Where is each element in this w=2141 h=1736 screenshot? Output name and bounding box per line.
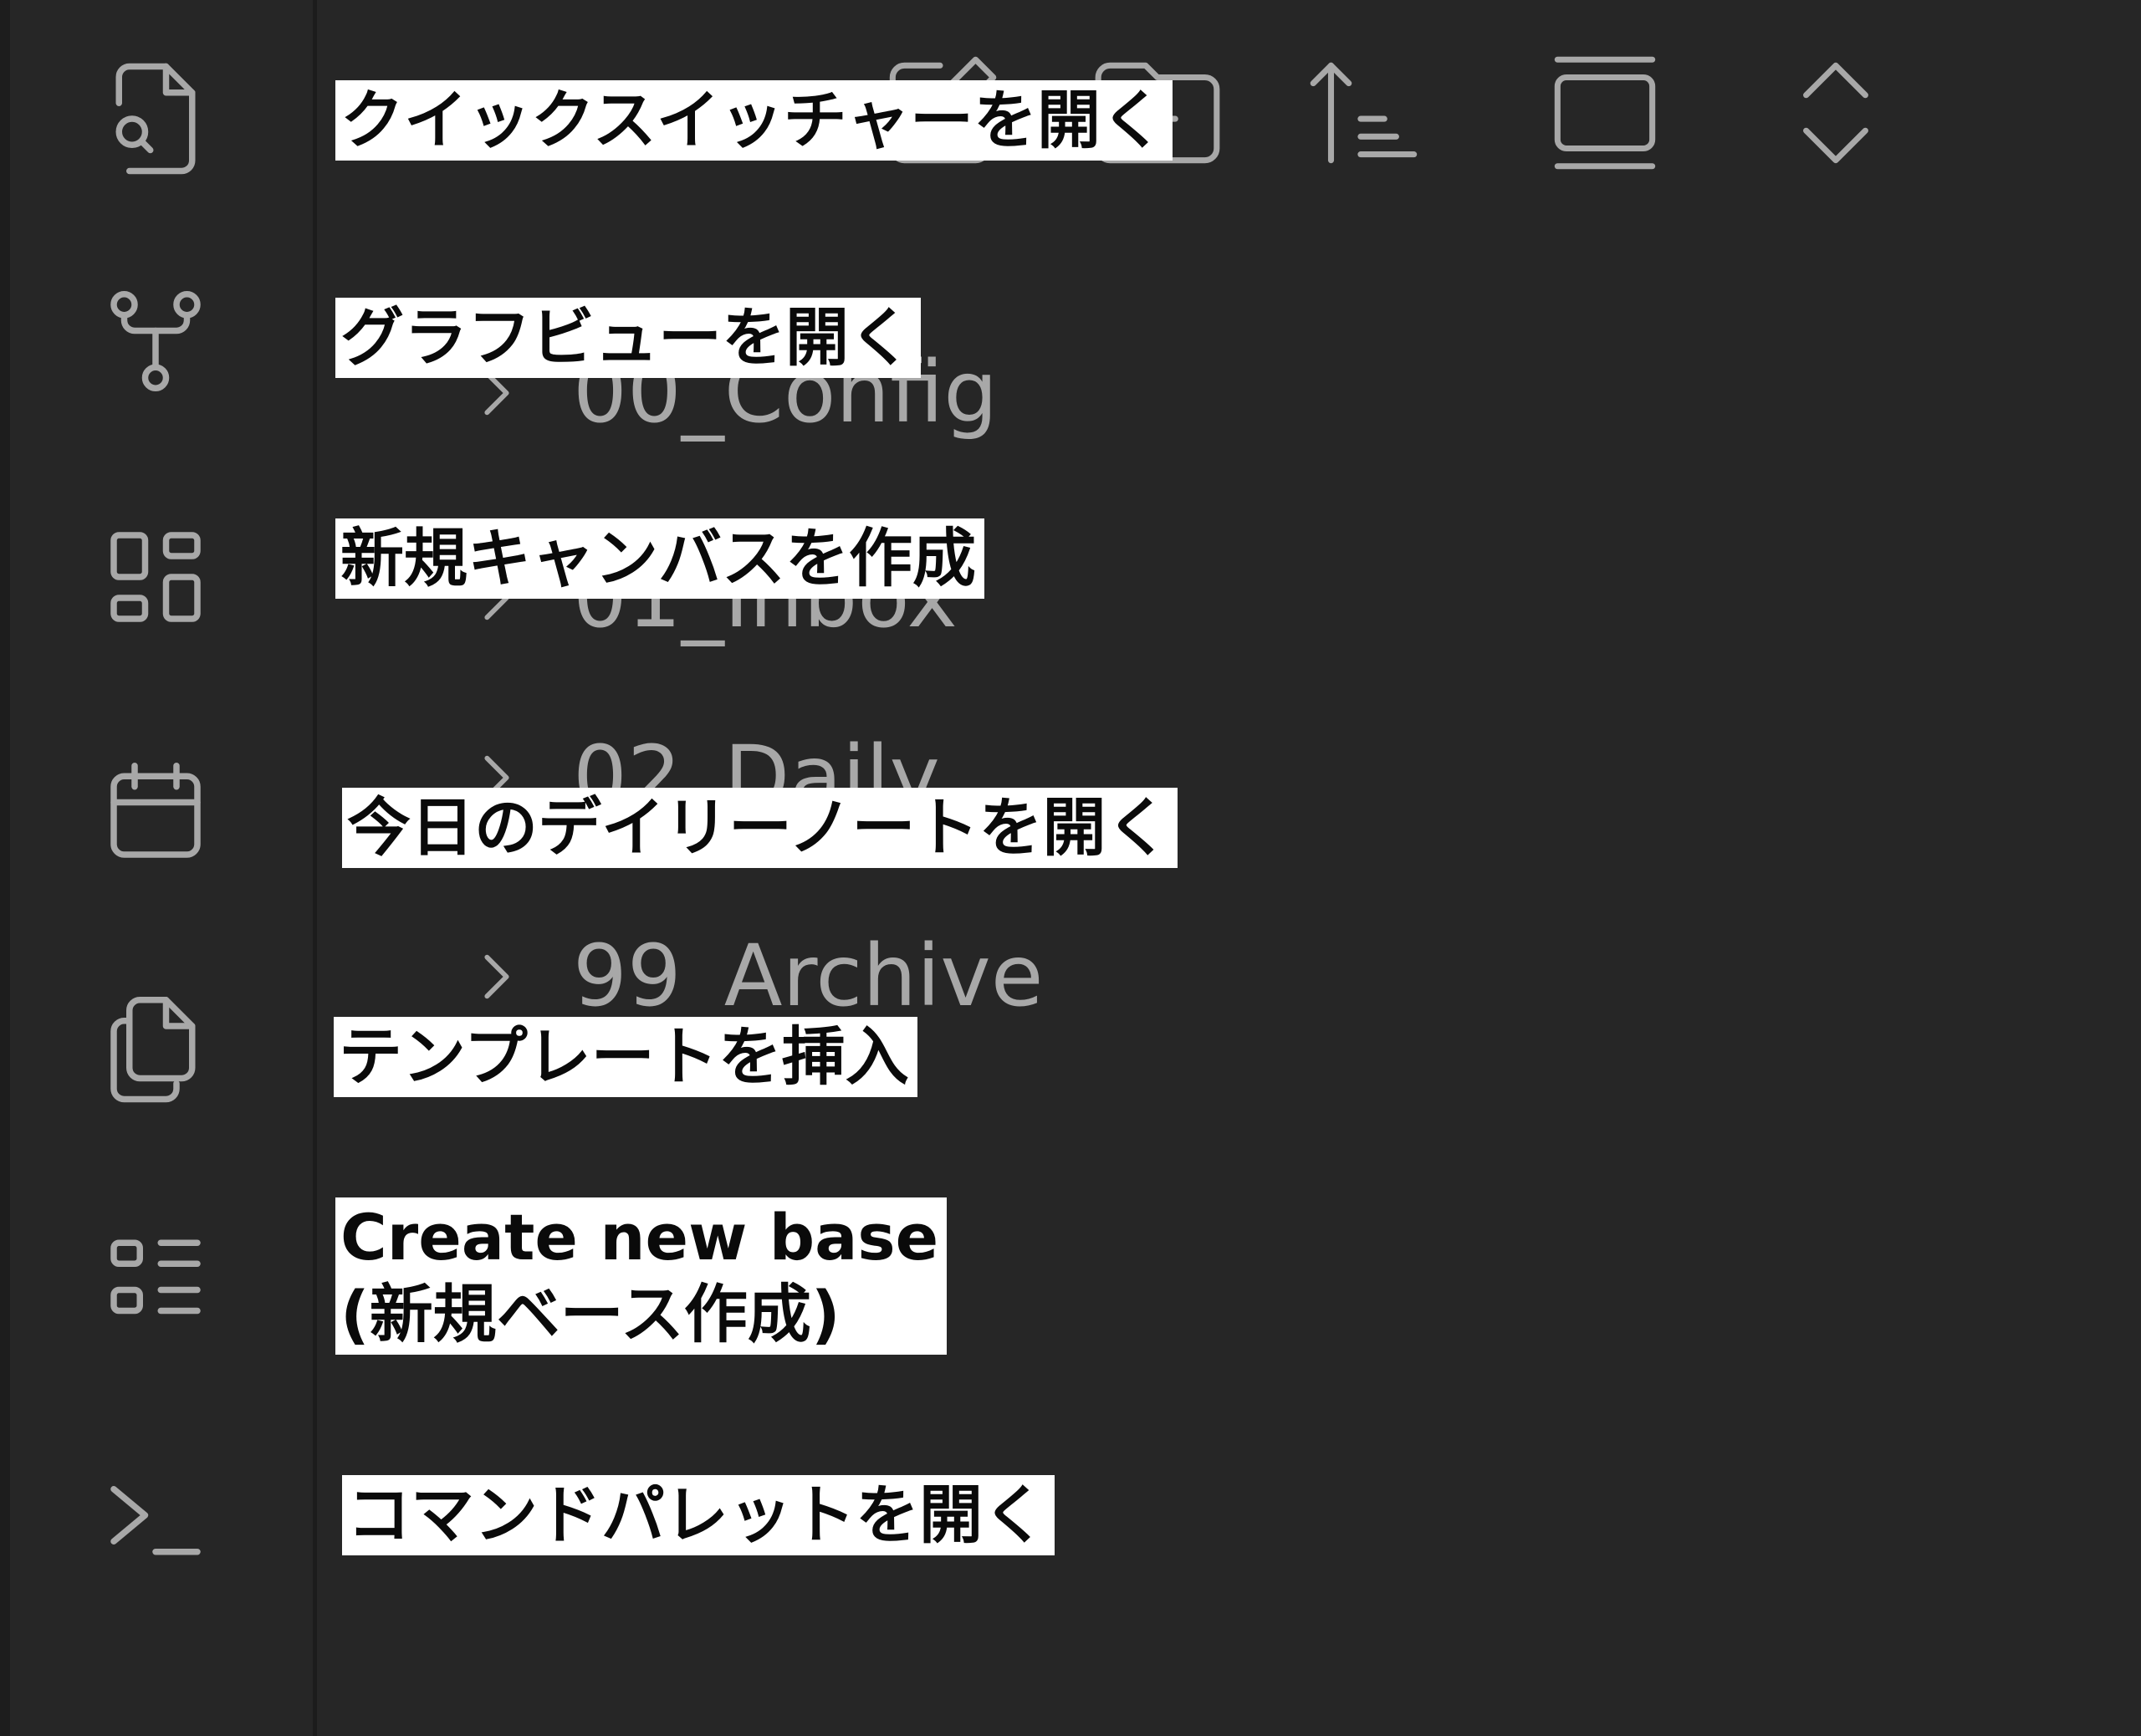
expand-collapse-icon [1803, 62, 1868, 164]
folder-item[interactable]: 99_Archive [468, 927, 1043, 1027]
copy-icon [110, 997, 196, 1103]
folder-label: 99_Archive [573, 927, 1044, 1026]
collapse-panel-button[interactable] [1534, 42, 1676, 184]
new-canvas-button[interactable] [90, 512, 221, 642]
window-edge [0, 0, 10, 1736]
insert-template-button[interactable] [90, 982, 221, 1112]
daily-note-button[interactable] [90, 748, 221, 878]
quick-switcher-button[interactable] [90, 54, 221, 184]
tooltip-command-palette: コマンドパレットを開く [342, 1475, 1055, 1555]
chevron-right-icon [484, 954, 509, 999]
file-search-icon [115, 63, 196, 175]
expand-collapse-all-button[interactable] [1765, 42, 1907, 184]
tooltip-insert-template: テンプレートを挿入 [334, 1017, 917, 1097]
sort-ascending-icon [1310, 62, 1418, 164]
tooltip-line: Create new base [340, 1200, 939, 1274]
tooltip-graph-view: グラフビューを開く [335, 298, 921, 378]
command-palette-button[interactable] [90, 1450, 221, 1580]
new-base-button[interactable] [90, 1214, 221, 1345]
collapse-panel-icon [1554, 56, 1656, 170]
tooltip-new-canvas: 新規キャンバスを作成 [335, 518, 984, 599]
terminal-icon [110, 1486, 201, 1555]
layout-dashboard-icon [110, 532, 201, 622]
tooltip-quick-switcher: クイックスイッチャーを開く [335, 80, 1173, 161]
graph-view-button[interactable] [90, 276, 221, 406]
list-icon [110, 1239, 201, 1315]
git-fork-icon [110, 291, 201, 391]
calendar-icon [110, 763, 201, 858]
sort-button[interactable] [1295, 42, 1438, 184]
tooltip-line: (新規ベース作成) [340, 1277, 841, 1351]
tooltip-new-base: Create new base (新規ベース作成) [335, 1197, 948, 1355]
tooltip-daily-note: 今日のデイリーノートを開く [342, 788, 1178, 868]
ribbon-sidebar [0, 0, 313, 1736]
